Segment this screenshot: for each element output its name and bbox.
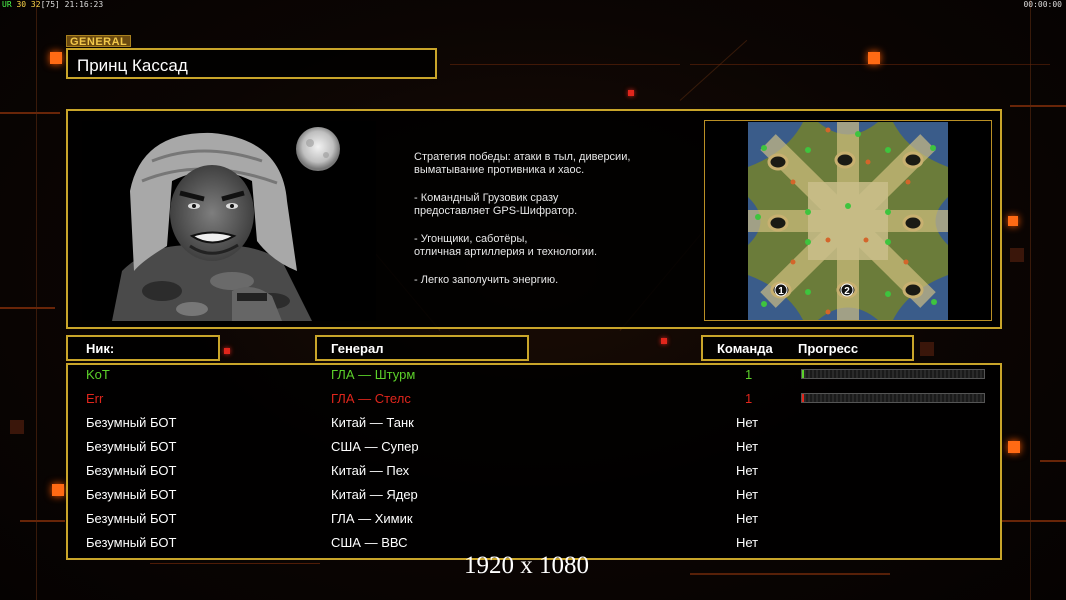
player-row[interactable]: Безумный БОТ Китай — Пех Нет: [68, 462, 1000, 486]
column-header-team-progress: Команда Прогресс: [701, 335, 914, 361]
decor-square: [10, 420, 24, 434]
description-paragraph: - Командный Грузовик сразу предоставляет…: [414, 192, 578, 217]
decor-square: [628, 90, 634, 96]
decor-line: [0, 112, 60, 114]
resolution-caption: 1920 x 1080: [464, 552, 589, 579]
decor-line: [690, 64, 1050, 65]
column-header-progress-label: Прогресс: [798, 341, 859, 356]
player-nick: Безумный БОТ: [86, 415, 177, 430]
player-general: Китай — Ядер: [331, 487, 418, 502]
player-nick: Безумный БОТ: [86, 535, 177, 550]
decor-line: [36, 0, 37, 600]
general-description: Стратегия победы: атаки в тыл, диверсии,…: [414, 151, 704, 302]
player-team: Нет: [736, 415, 759, 430]
map-preview[interactable]: 1 2: [704, 120, 992, 321]
progress-fill: [802, 370, 804, 378]
player-general: США — ВВС: [331, 535, 408, 550]
column-header-general: Генерал: [315, 335, 529, 361]
player-general: ГЛА — Стелс: [331, 391, 411, 406]
player-nick: Безумный БОТ: [86, 511, 177, 526]
column-header-nick-label: Ник:: [86, 341, 115, 356]
column-header-general-label: Генерал: [331, 341, 384, 356]
player-nick: Err: [86, 391, 104, 406]
description-paragraph: - Легко заполучить энергию.: [414, 274, 559, 286]
progress-fill: [802, 394, 804, 402]
general-tag: GENERAL: [66, 35, 132, 48]
player-row[interactable]: Err ГЛА — Стелс 1: [68, 390, 1000, 414]
decor-line: [150, 563, 320, 564]
player-general: Китай — Танк: [331, 415, 414, 430]
player-team: 1: [745, 391, 753, 406]
player-nick: KoT: [86, 367, 110, 382]
decor-line: [1010, 105, 1066, 107]
player-team: Нет: [736, 511, 759, 526]
player-general: ГЛА — Штурм: [331, 367, 416, 382]
players-table: KoT ГЛА — Штурм 1 Err ГЛА — Стелс 1 Безумный Б…: [66, 363, 1002, 560]
player-nick: Безумный БОТ: [86, 463, 177, 478]
player-team: Нет: [736, 487, 759, 502]
player-general: ГЛА — Химик: [331, 511, 413, 526]
decor-square: [224, 348, 230, 354]
player-row[interactable]: Безумный БОТ США — Супер Нет: [68, 438, 1000, 462]
map-image: 1 2: [748, 122, 948, 320]
column-header-nick: Ник:: [66, 335, 220, 361]
player-general: Китай — Пех: [331, 463, 410, 478]
general-name: Принц Кассад: [77, 56, 188, 75]
game-timer: 00:00:00: [1023, 0, 1062, 9]
player-nick: Безумный БОТ: [86, 487, 177, 502]
decor-square: [52, 484, 64, 496]
decor-line: [1000, 520, 1066, 522]
start-position-1[interactable]: 1: [778, 286, 784, 297]
player-row[interactable]: Безумный БОТ Китай — Танк Нет: [68, 414, 1000, 438]
decor-square: [50, 52, 62, 64]
decor-line: [690, 573, 890, 575]
decor-line: [0, 307, 55, 309]
description-paragraph: Стратегия победы: атаки в тыл, диверсии,…: [414, 151, 631, 176]
general-name-box: Принц Кассад: [66, 48, 437, 79]
fps-overlay: UR 30 32[75] 21:16:23: [2, 0, 104, 9]
decor-line: [450, 64, 680, 65]
decor-line: [20, 520, 65, 522]
player-team: Нет: [736, 463, 759, 478]
player-team: Нет: [736, 439, 759, 454]
player-nick: Безумный БОТ: [86, 439, 177, 454]
player-row[interactable]: Безумный БОТ Китай — Ядер Нет: [68, 486, 1000, 510]
start-position-2[interactable]: 2: [844, 286, 850, 297]
decor-line: [1040, 460, 1066, 462]
decor-square: [1008, 441, 1020, 453]
progress-bar: [801, 393, 985, 403]
decor-square: [1010, 248, 1024, 262]
decor-square: [1008, 216, 1018, 226]
player-row[interactable]: Безумный БОТ ГЛА — Химик Нет: [68, 510, 1000, 534]
column-header-team-label: Команда: [717, 341, 773, 356]
general-portrait: [82, 121, 376, 321]
description-paragraph: - Угонщики, саботёры, отличная артиллери…: [414, 233, 598, 258]
decor-line: [1030, 0, 1031, 600]
player-row[interactable]: KoT ГЛА — Штурм 1: [68, 366, 1000, 390]
general-info-panel: Стратегия победы: атаки в тыл, диверсии,…: [66, 109, 1002, 329]
player-general: США — Супер: [331, 439, 419, 454]
player-team: Нет: [736, 535, 759, 550]
decor-square: [920, 342, 934, 356]
decor-square: [868, 52, 880, 64]
player-team: 1: [745, 367, 753, 382]
decor-square: [661, 338, 667, 344]
progress-bar: [801, 369, 985, 379]
